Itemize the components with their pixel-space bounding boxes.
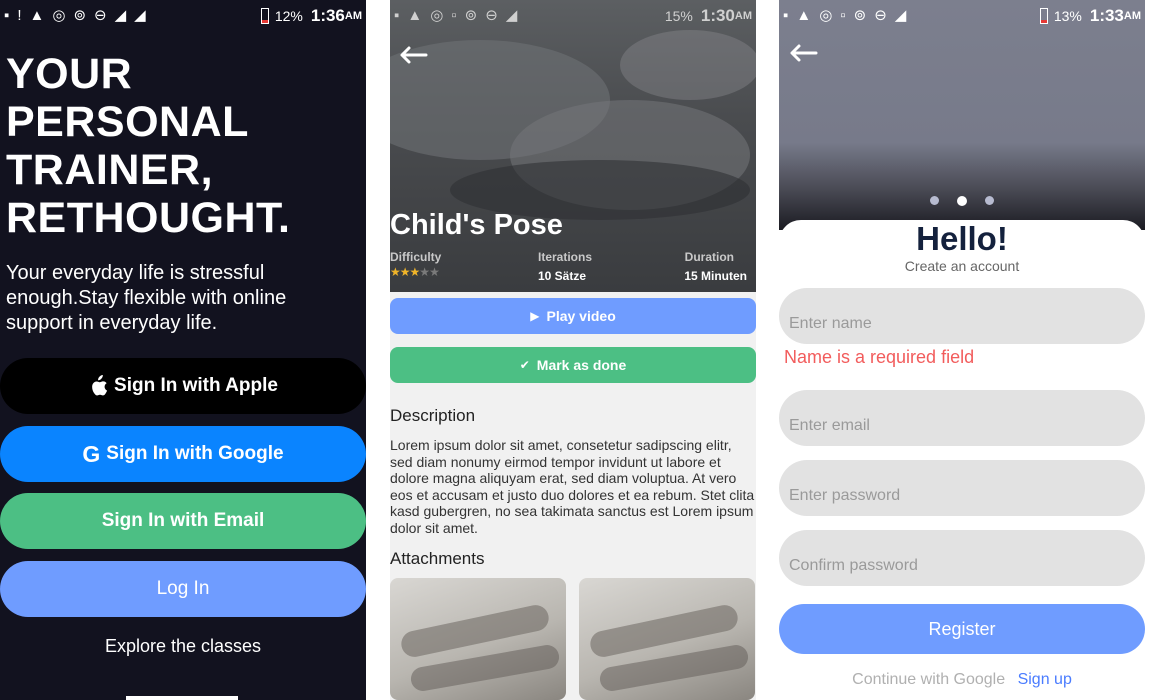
check-icon: ✔ [519, 358, 530, 372]
status-bar: ▪ ▲ ◎ ▫ ⊚ ⊖ ◢ 15% 1:30 AM [390, 0, 756, 32]
exercise-screen: ▪ ▲ ◎ ▫ ⊚ ⊖ ◢ 15% 1:30 AM Child's Pose D… [390, 0, 756, 700]
log-in-label: Log In [156, 578, 210, 599]
app-icon: ▲ [796, 7, 812, 24]
carousel-indicator [779, 195, 1145, 206]
headline-line: PERSONAL [6, 98, 249, 146]
difficulty-stars: ★★★★★ [390, 265, 440, 279]
dnd-icon: ⊖ [94, 7, 107, 24]
status-time: 1:33 [1089, 6, 1124, 25]
sign-in-apple-label: Sign In with Apple [114, 375, 278, 396]
attachment-thumbnail[interactable] [390, 578, 566, 700]
email-field[interactable] [779, 390, 1145, 446]
status-ampm: AM [734, 10, 752, 22]
whatsapp-icon: ◎ [52, 7, 66, 24]
hello-heading: Hello! [916, 220, 1008, 257]
battery-icon [260, 8, 269, 24]
dnd-icon: ⊖ [874, 7, 887, 24]
hero-image [390, 0, 756, 292]
whatsapp-icon: ◎ [819, 7, 833, 24]
iterations-value: 10 Sätze [538, 269, 587, 283]
signal-icon: ◢ [134, 7, 146, 24]
log-in-button[interactable]: Log In [0, 561, 366, 617]
status-ampm: AM [1123, 10, 1141, 22]
message-icon: ▪ [4, 7, 10, 24]
star-filled-icon: ★ [399, 265, 411, 279]
headline: YOUR PERSONAL TRAINER, RETHOUGHT. [6, 50, 346, 242]
image-icon: ▫ [451, 7, 457, 24]
play-icon: ▶ [530, 309, 540, 323]
whatsapp-icon: ◎ [430, 7, 444, 24]
confirm-password-field[interactable] [779, 530, 1145, 586]
name-error: Name is a required field [784, 347, 975, 367]
app-icon: ▲ [29, 7, 45, 24]
hotspot-icon: ⊚ [853, 7, 867, 24]
register-label: Register [928, 618, 996, 639]
attachment-thumbnail[interactable] [579, 578, 755, 700]
battery-percent: 15% [664, 8, 693, 24]
signal-icon: ◢ [114, 7, 127, 24]
headline-line: RETHOUGHT. [6, 194, 291, 242]
mark-as-done-button[interactable]: ✔ Mark as done [390, 347, 756, 383]
create-account-subtitle: Create an account [904, 258, 1020, 274]
status-time: 1:36 [310, 6, 345, 25]
iterations-label: Iterations [538, 250, 593, 264]
description-body: Lorem ipsum dolor sit amet, consetetur s… [390, 437, 755, 536]
sign-in-email-button[interactable]: Sign In with Email [0, 493, 366, 549]
battery-icon [1039, 8, 1048, 24]
exercise-title: Child's Pose [390, 209, 563, 241]
continue-google-link[interactable]: Continue with Google [852, 671, 1005, 688]
star-filled-icon: ★ [390, 265, 401, 279]
subcopy: Your everyday life is stressful enough.S… [6, 262, 287, 334]
carousel-dot[interactable] [930, 196, 939, 205]
message-icon: ▪ [394, 7, 400, 24]
signal-icon: ◢ [894, 7, 907, 24]
name-field[interactable] [779, 288, 1145, 344]
battery-percent: 12% [274, 8, 303, 24]
message-icon: ▪ [783, 7, 789, 24]
status-bar: ▪ ▲ ◎ ▫ ⊚ ⊖ ◢ 13% 1:33 AM [779, 0, 1145, 32]
register-button[interactable]: Register [779, 604, 1145, 654]
star-empty-icon: ★ [429, 265, 440, 279]
headline-line: TRAINER, [6, 146, 214, 194]
duration-value: 15 Minuten [684, 269, 747, 283]
status-time: 1:30 [700, 6, 735, 25]
mark-as-done-label: Mark as done [536, 357, 627, 373]
difficulty-label: Difficulty [390, 250, 442, 264]
attachments-heading: Attachments [390, 549, 485, 568]
sign-in-google-label: Sign In with Google [106, 443, 284, 464]
footer-links: Continue with Google Sign up [779, 671, 1145, 689]
dnd-icon: ⊖ [485, 7, 498, 24]
headline-line: YOUR [6, 50, 133, 98]
play-video-button[interactable]: ▶ Play video [390, 298, 756, 334]
back-arrow-icon[interactable] [398, 45, 428, 65]
sign-in-google-button[interactable]: G Sign In with Google [0, 426, 366, 482]
explore-classes-link[interactable]: Explore the classes [0, 636, 366, 657]
apple-icon [88, 375, 108, 397]
password-field[interactable] [779, 460, 1145, 516]
status-ampm: AM [344, 10, 362, 22]
play-video-label: Play video [546, 308, 616, 324]
battery-percent: 13% [1053, 8, 1082, 24]
register-screen: ▪ ▲ ◎ ▫ ⊚ ⊖ ◢ 13% 1:33 AM Hello! Create … [779, 0, 1145, 700]
hotspot-icon: ⊚ [73, 7, 87, 24]
duration-label: Duration [684, 250, 734, 264]
star-filled-icon: ★ [409, 265, 421, 279]
signal-icon: ◢ [505, 7, 518, 24]
sign-in-email-label: Sign In with Email [101, 510, 265, 531]
image-icon: ▫ [840, 7, 846, 24]
app-icon: ▲ [407, 7, 423, 24]
sign-in-apple-button[interactable]: Sign In with Apple [0, 358, 366, 414]
carousel-dot-active[interactable] [957, 195, 967, 206]
signin-screen: ▪ ! ▲ ◎ ⊚ ⊖ ◢ ◢ 12% 1:36 AM YOUR PERSONA… [0, 0, 366, 700]
status-bar: ▪ ! ▲ ◎ ⊚ ⊖ ◢ ◢ 12% 1:36 AM [0, 0, 366, 32]
back-arrow-icon[interactable] [788, 43, 818, 63]
description-heading: Description [390, 406, 476, 425]
carousel-dot[interactable] [985, 196, 994, 205]
home-indicator [126, 696, 238, 700]
hotspot-icon: ⊚ [464, 7, 478, 24]
alert-icon: ! [17, 7, 22, 24]
star-empty-icon: ★ [419, 265, 430, 279]
sign-up-link[interactable]: Sign up [1018, 671, 1072, 688]
google-icon: G [82, 440, 101, 467]
